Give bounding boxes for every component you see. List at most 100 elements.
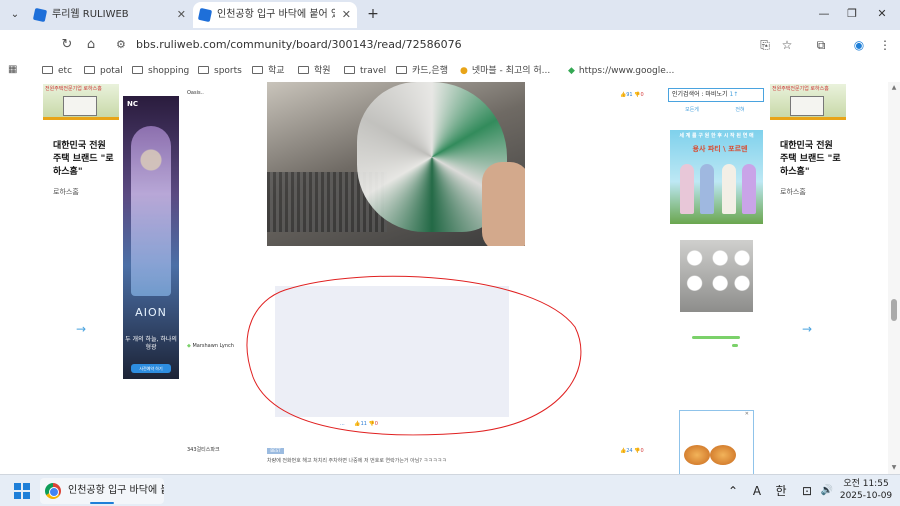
taskbar-app-label: 인천공항 입구 바닥에 붙 [68, 485, 164, 496]
bookmark-folder[interactable]: 학교 [252, 63, 285, 79]
minimize-button[interactable]: — [810, 4, 838, 24]
level-icon: ◆ [187, 343, 191, 349]
hand [482, 162, 525, 246]
folder-icon [344, 66, 355, 74]
extensions-icon[interactable]: ⧉ [812, 36, 830, 54]
bookmark-star-icon[interactable]: ☆ [778, 36, 796, 54]
character-illustration [131, 126, 171, 296]
loading-placeholder [692, 332, 742, 352]
close-ad-icon[interactable]: ✕ [745, 411, 749, 417]
folder-icon [84, 66, 95, 74]
bookmark-google[interactable]: ◆ https://www.google... [568, 63, 674, 79]
profile-icon[interactable]: ◉ [850, 36, 868, 54]
post-author[interactable]: ◆ Marshawn Lynch [187, 343, 234, 349]
character-figure [680, 164, 694, 214]
clock-time: 오전 11:55 [843, 479, 889, 489]
aion-ad-banner[interactable]: NC AION 두 개의 하늘, 하나의 형광 사전예약 하기 [123, 96, 179, 379]
active-indicator [90, 502, 114, 504]
network-icon[interactable]: ⊡ [798, 481, 816, 501]
clock[interactable]: 오전 11:55 2025-10-09 [838, 478, 894, 502]
preregister-button[interactable]: 사전예약 하기 [131, 364, 171, 373]
reload-icon[interactable]: ↻ [58, 36, 76, 54]
bookmark-folder[interactable]: potal [84, 63, 123, 79]
google-icon: ◆ [568, 66, 575, 76]
netmarble-icon: ● [460, 66, 468, 76]
page-content: 전원주택전문기업 로하스홈 대한민국 전원 주택 브랜드 "로하스홈" 로하스홈… [0, 82, 900, 474]
taskbar-chrome-app[interactable]: 인천공항 입구 바닥에 붙 [40, 478, 164, 504]
tab-ruliweb[interactable]: 루리웹 RULIWEB ✕ [28, 2, 192, 28]
input-mode-icon[interactable]: A [748, 481, 766, 501]
scroll-thumb[interactable] [891, 299, 897, 321]
food-ad-card[interactable]: ✕ [679, 410, 754, 474]
food-item [684, 445, 710, 465]
tray-overflow-icon[interactable]: ⌃ [724, 481, 742, 501]
menu-icon[interactable]: ⋮ [876, 36, 894, 54]
panel-tab[interactable]: 모든게 [668, 106, 716, 113]
popular-search-title[interactable]: 인기검색어 : 마비노기 1↑ [668, 88, 764, 102]
close-window-button[interactable]: ✕ [868, 4, 896, 24]
post-image[interactable] [267, 82, 525, 246]
folder-icon [42, 66, 53, 74]
ad-sub-right[interactable]: 로하스홈 [780, 187, 806, 197]
tab-strip: ⌄ 루리웹 RULIWEB ✕ 인천공항 입구 바닥에 붙어 있 ✕ + — ❐… [0, 0, 900, 30]
restore-button[interactable]: ❐ [838, 4, 866, 24]
cast-icon[interactable]: ⎘ [756, 36, 774, 54]
panel-tabs: 모든게 전혀 [668, 106, 764, 116]
scroll-down-icon[interactable]: ▼ [888, 464, 900, 471]
folder-icon [396, 66, 407, 74]
ruliweb-favicon-icon [32, 7, 48, 23]
ad-sub-left[interactable]: 로하스홈 [53, 187, 79, 197]
start-menu-icon[interactable] [14, 483, 30, 499]
new-tab-button[interactable]: + [364, 4, 382, 24]
post-author[interactable]: 343걸티스파크 [187, 446, 220, 453]
ad-title-left[interactable]: 대한민국 전원 주택 브랜드 "로하스홈" [53, 140, 117, 179]
food-ad-image[interactable] [680, 240, 753, 312]
page-scrollbar[interactable]: ▲ ▼ [888, 82, 900, 474]
ad-tagline: 두 개의 하늘, 하나의 형광 [125, 336, 177, 351]
windows-taskbar: 인천공항 입구 바닥에 붙 ⌃ A 한 ⊡ 🔊 오전 11:55 2025-10… [0, 474, 900, 506]
address-bar[interactable]: ⚙ bbs.ruliweb.com/community/board/300143… [110, 34, 750, 56]
vote-counts: 👍24 👎0 [620, 448, 644, 454]
house-icon [63, 96, 97, 116]
post-author[interactable]: Oasis.. [187, 90, 204, 96]
apps-grid-icon[interactable]: ▦ [8, 64, 20, 76]
house-ad-image[interactable]: 전원주택전문기업 로하스홈 [43, 84, 119, 120]
reply-text[interactable]: 차량에 전화번호 해고 처치리 주차하면 나중에 저 번호로 연락가는거 아님?… [267, 457, 447, 464]
bookmark-folder[interactable]: 카드,은행 [396, 63, 448, 79]
vote-counts: ... 👍11 👎0 [340, 421, 378, 427]
tab-close-icon[interactable]: ✕ [342, 2, 351, 28]
anime-ad-banner[interactable]: 세 계 를 구 원 한 후 시 작 된 연 애 용사 파티 \ 포르덴 [670, 130, 763, 224]
folder-icon [298, 66, 309, 74]
ad-caption: 전원주택전문기업 로하스홈 [772, 86, 829, 92]
bookmarks-bar: ▦ etc potal shopping sports 학교 학원 travel… [0, 60, 900, 82]
ime-language-icon[interactable]: 한 [772, 481, 790, 501]
house-ad-image[interactable]: 전원주택전문기업 로하스홈 [770, 84, 846, 120]
url-text[interactable]: bbs.ruliweb.com/community/board/300143/r… [136, 34, 462, 56]
character-figure [700, 164, 714, 214]
bookmark-netmarble[interactable]: ● 넷마블 - 최고의 허... [460, 63, 550, 79]
scroll-up-icon[interactable]: ▲ [888, 84, 900, 91]
tab-search-button[interactable]: ⌄ [6, 6, 24, 24]
bookmark-folder[interactable]: 학원 [298, 63, 331, 79]
arrow-right-icon[interactable]: → [802, 322, 812, 336]
tab-label: 루리웹 RULIWEB [52, 9, 129, 20]
character-figure [722, 164, 736, 214]
volume-icon[interactable]: 🔊 [818, 481, 836, 501]
ad-header: 세 계 를 구 원 한 후 시 작 된 연 애 [679, 133, 754, 139]
browser-toolbar: ↻ ⌂ ⚙ bbs.ruliweb.com/community/board/30… [0, 30, 900, 60]
ad-caption: 전원주택전문기업 로하스홈 [45, 86, 102, 92]
arrow-right-icon[interactable]: → [76, 322, 86, 336]
bookmark-folder[interactable]: sports [198, 63, 242, 79]
ad-title-right[interactable]: 대한민국 전원 주택 브랜드 "로하스홈" [780, 140, 844, 179]
home-icon[interactable]: ⌂ [82, 36, 100, 54]
bookmark-folder[interactable]: travel [344, 63, 386, 79]
bookmark-folder[interactable]: etc [42, 63, 72, 79]
aion-logo: AION [135, 306, 167, 319]
house-icon [790, 96, 824, 116]
bookmark-folder[interactable]: shopping [132, 63, 189, 79]
tab-current-post[interactable]: 인천공항 입구 바닥에 붙어 있 ✕ [193, 2, 357, 28]
clock-date: 2025-10-09 [839, 491, 893, 501]
site-info-icon[interactable]: ⚙ [116, 34, 126, 56]
tab-close-icon[interactable]: ✕ [177, 2, 186, 28]
panel-tab[interactable]: 전혀 [716, 106, 764, 113]
